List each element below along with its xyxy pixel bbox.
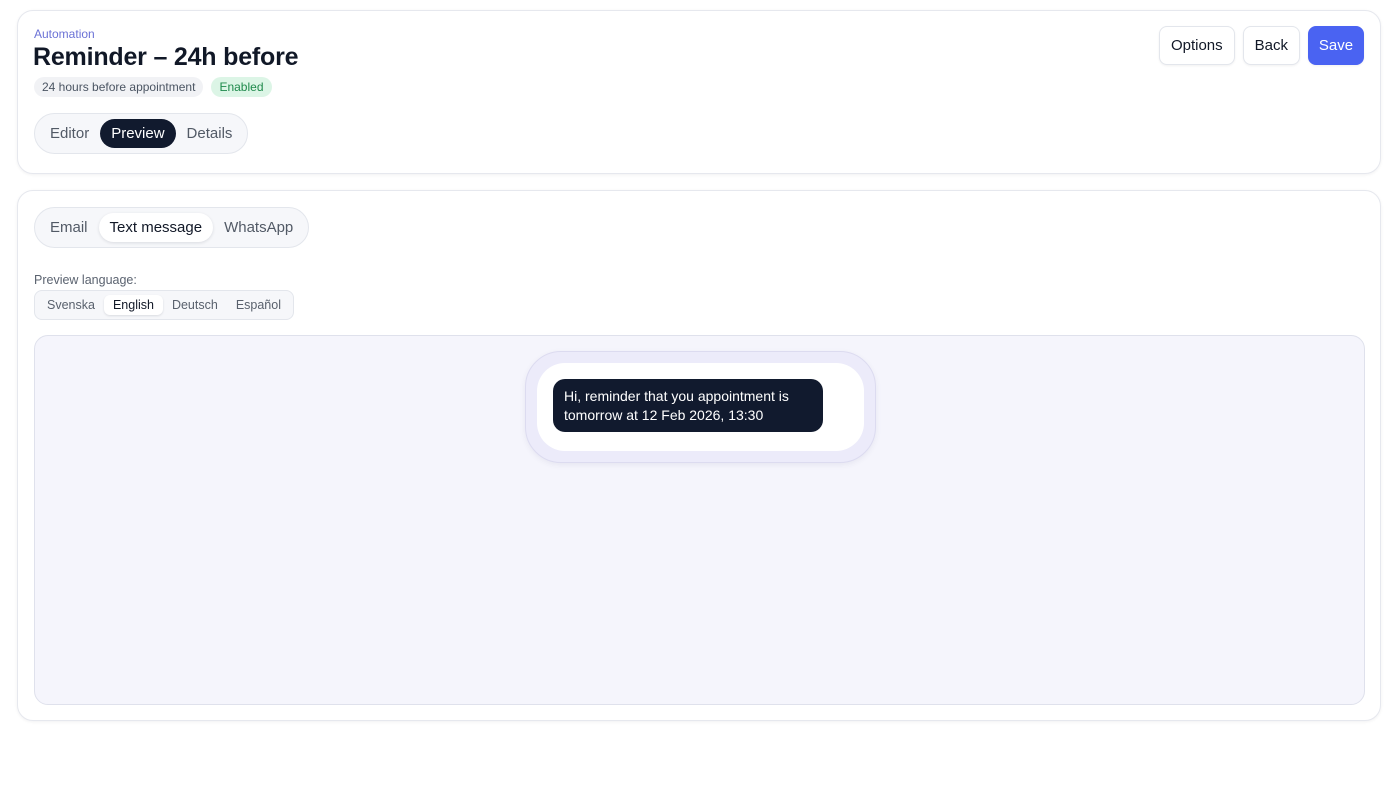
header-actions: Options Back Save [1158, 26, 1364, 65]
save-button[interactable]: Save [1308, 26, 1364, 65]
tab-details[interactable]: Details [176, 119, 244, 148]
tab-editor[interactable]: Editor [39, 119, 100, 148]
sms-message-bubble: Hi, reminder that you appointment is tom… [553, 379, 823, 432]
back-button[interactable]: Back [1242, 26, 1300, 65]
language-option-espanol[interactable]: Español [227, 295, 290, 315]
channel-tabs: Email Text message WhatsApp [34, 207, 310, 248]
phone-screen: Hi, reminder that you appointment is tom… [537, 363, 864, 451]
options-button[interactable]: Options [1158, 26, 1235, 65]
automation-header-card: Automation Reminder – 24h before 24 hour… [17, 10, 1381, 174]
preview-card: Email Text message WhatsApp Preview lang… [17, 190, 1381, 721]
language-selector: Svenska English Deutsch Español [34, 290, 294, 320]
timing-chip: 24 hours before appointment [34, 77, 204, 97]
message-preview-area: Hi, reminder that you appointment is tom… [34, 335, 1365, 705]
preview-language-label: Preview language: [34, 273, 137, 287]
tab-whatsapp[interactable]: WhatsApp [213, 213, 304, 242]
tab-preview[interactable]: Preview [100, 119, 176, 148]
tag-row: 24 hours before appointment Enabled [34, 77, 272, 97]
language-option-svenska[interactable]: Svenska [38, 295, 104, 315]
language-option-deutsch[interactable]: Deutsch [163, 295, 227, 315]
language-option-english[interactable]: English [103, 295, 163, 315]
view-tabs: Editor Preview Details [34, 113, 249, 154]
tab-email[interactable]: Email [39, 213, 99, 242]
tab-text-message[interactable]: Text message [98, 213, 214, 242]
status-badge: Enabled [211, 77, 272, 97]
breadcrumb[interactable]: Automation [34, 27, 95, 41]
page-title: Reminder – 24h before [33, 43, 299, 71]
phone-frame: Hi, reminder that you appointment is tom… [525, 351, 876, 463]
